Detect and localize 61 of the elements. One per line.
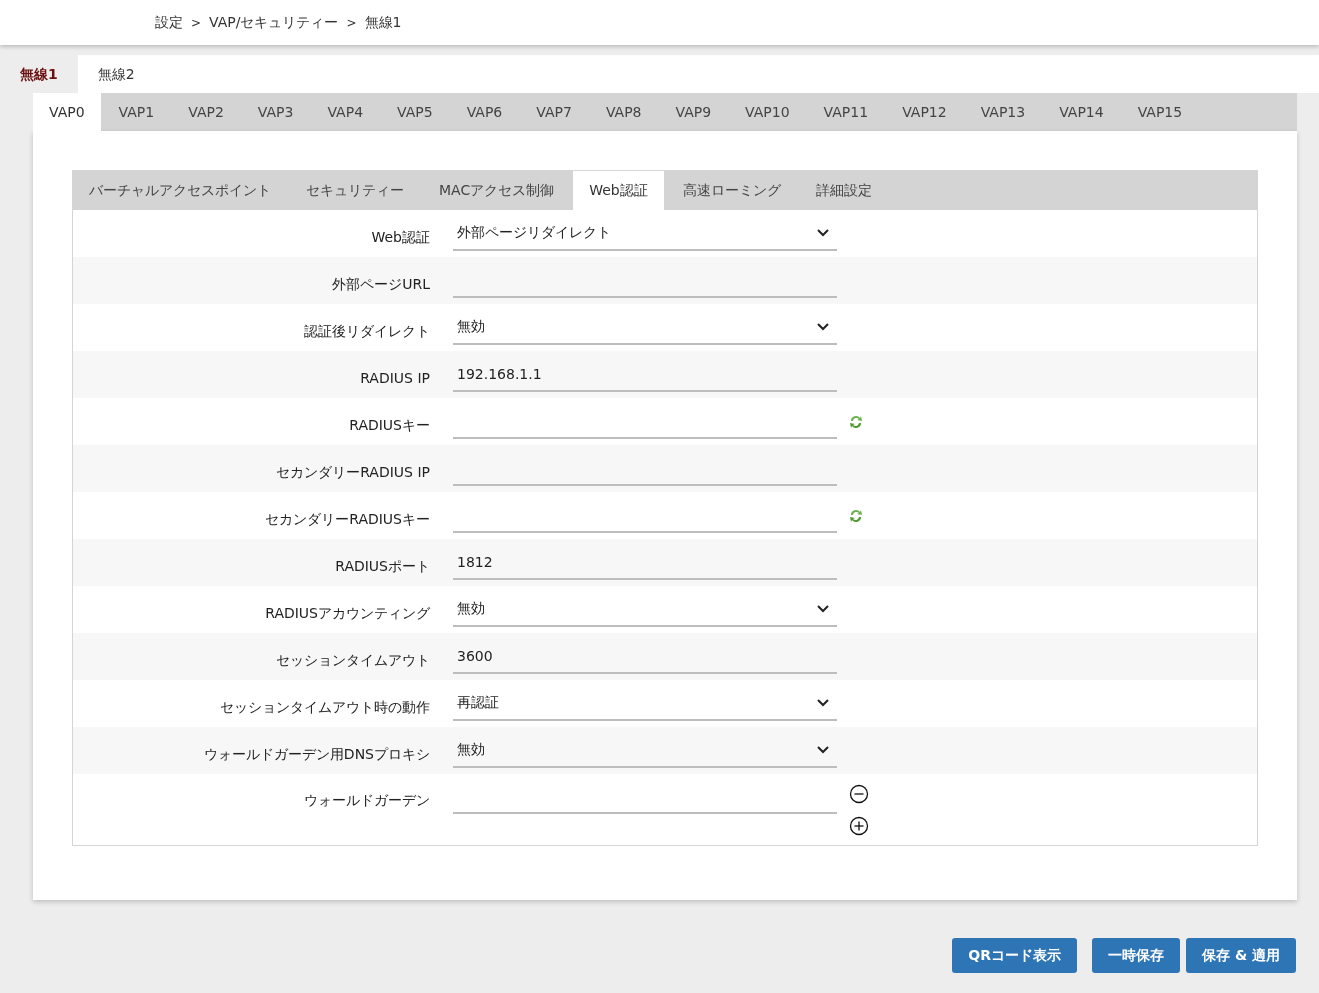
field-label: ウォールドガーデン (303, 791, 431, 810)
chevron-down-icon (817, 604, 829, 613)
field-label: RADIUS IP (359, 369, 431, 388)
field-label: 認証後リダイレクト (303, 322, 431, 341)
action-button[interactable]: QRコード表示 (952, 938, 1078, 973)
field-label: 外部ページURL (331, 275, 431, 294)
vap-tab[interactable]: VAP3 (241, 93, 310, 131)
remove-icon[interactable] (849, 784, 869, 804)
vap-tab[interactable]: VAP14 (1043, 93, 1120, 131)
section-tab[interactable]: Web認証 (573, 171, 664, 210)
breadcrumb-separator: > (191, 14, 202, 32)
field-label: セカンダリーRADIUS IP (275, 463, 431, 482)
action-button[interactable]: 一時保存 (1092, 938, 1181, 973)
section-tab[interactable]: セキュリティー (290, 171, 420, 210)
chevron-down-icon (817, 228, 829, 237)
select-field[interactable]: 外部ページリダイレクト (453, 216, 837, 251)
vap-tab[interactable]: VAP1 (102, 93, 171, 131)
vap-tab[interactable]: VAP8 (589, 93, 658, 131)
select-field[interactable]: 無効 (453, 310, 837, 345)
vap-tab[interactable]: VAP15 (1121, 93, 1199, 131)
action-button[interactable]: 保存 & 適用 (1186, 938, 1296, 973)
chevron-down-icon (817, 322, 829, 331)
refresh-icon[interactable] (849, 507, 863, 524)
input-field[interactable]: 3600 (453, 639, 837, 674)
breadcrumb-item[interactable]: 設定 (155, 12, 183, 33)
field-label: RADIUSキー (348, 416, 431, 435)
chevron-down-icon (817, 745, 829, 754)
vap-tab[interactable]: VAP5 (381, 93, 449, 131)
vap-tab[interactable]: VAP2 (172, 93, 240, 131)
select-field[interactable]: 無効 (453, 733, 837, 768)
select-field[interactable]: 再認証 (453, 686, 837, 721)
breadcrumb-item: 無線1 (364, 13, 402, 32)
chevron-down-icon (817, 698, 829, 707)
vap-tab[interactable]: VAP6 (450, 93, 519, 131)
section-tab[interactable]: MACアクセス制御 (423, 171, 571, 210)
field-label: Web認証 (370, 228, 431, 247)
vap-tab[interactable]: VAP13 (964, 93, 1042, 131)
section-tab[interactable]: 詳細設定 (799, 171, 888, 210)
vap-tab[interactable]: VAP9 (659, 93, 728, 131)
vap-tab[interactable]: VAP4 (311, 93, 380, 131)
section-tab[interactable]: バーチャルアクセスポイント (73, 171, 287, 210)
vap-tab[interactable]: VAP12 (886, 93, 963, 131)
input-field[interactable]: 1812 (453, 545, 837, 580)
select-field[interactable]: 無効 (453, 592, 837, 627)
field-label: セカンダリーRADIUSキー (264, 510, 431, 529)
radio-tab[interactable]: 無線1 (0, 55, 78, 93)
field-label: RADIUSアカウンティング (264, 604, 431, 623)
section-tab[interactable]: 高速ローミング (666, 171, 797, 210)
vap-tab[interactable]: VAP0 (33, 93, 101, 131)
vap-tab[interactable]: VAP10 (729, 93, 806, 131)
breadcrumb-item[interactable]: VAP/セキュリティー (209, 12, 339, 33)
input-field[interactable]: 192.168.1.1 (453, 357, 837, 392)
field-label: セッションタイムアウト (275, 651, 431, 670)
field-label: セッションタイムアウト時の動作 (219, 698, 431, 717)
breadcrumb-separator: > (346, 14, 357, 32)
refresh-icon[interactable] (849, 413, 863, 430)
add-icon[interactable] (849, 816, 869, 836)
vap-tab[interactable]: VAP7 (520, 93, 588, 131)
field-label: ウォールドガーデン用DNSプロキシ (202, 745, 431, 764)
field-label: RADIUSポート (334, 557, 431, 576)
vap-tab[interactable]: VAP11 (807, 93, 885, 131)
